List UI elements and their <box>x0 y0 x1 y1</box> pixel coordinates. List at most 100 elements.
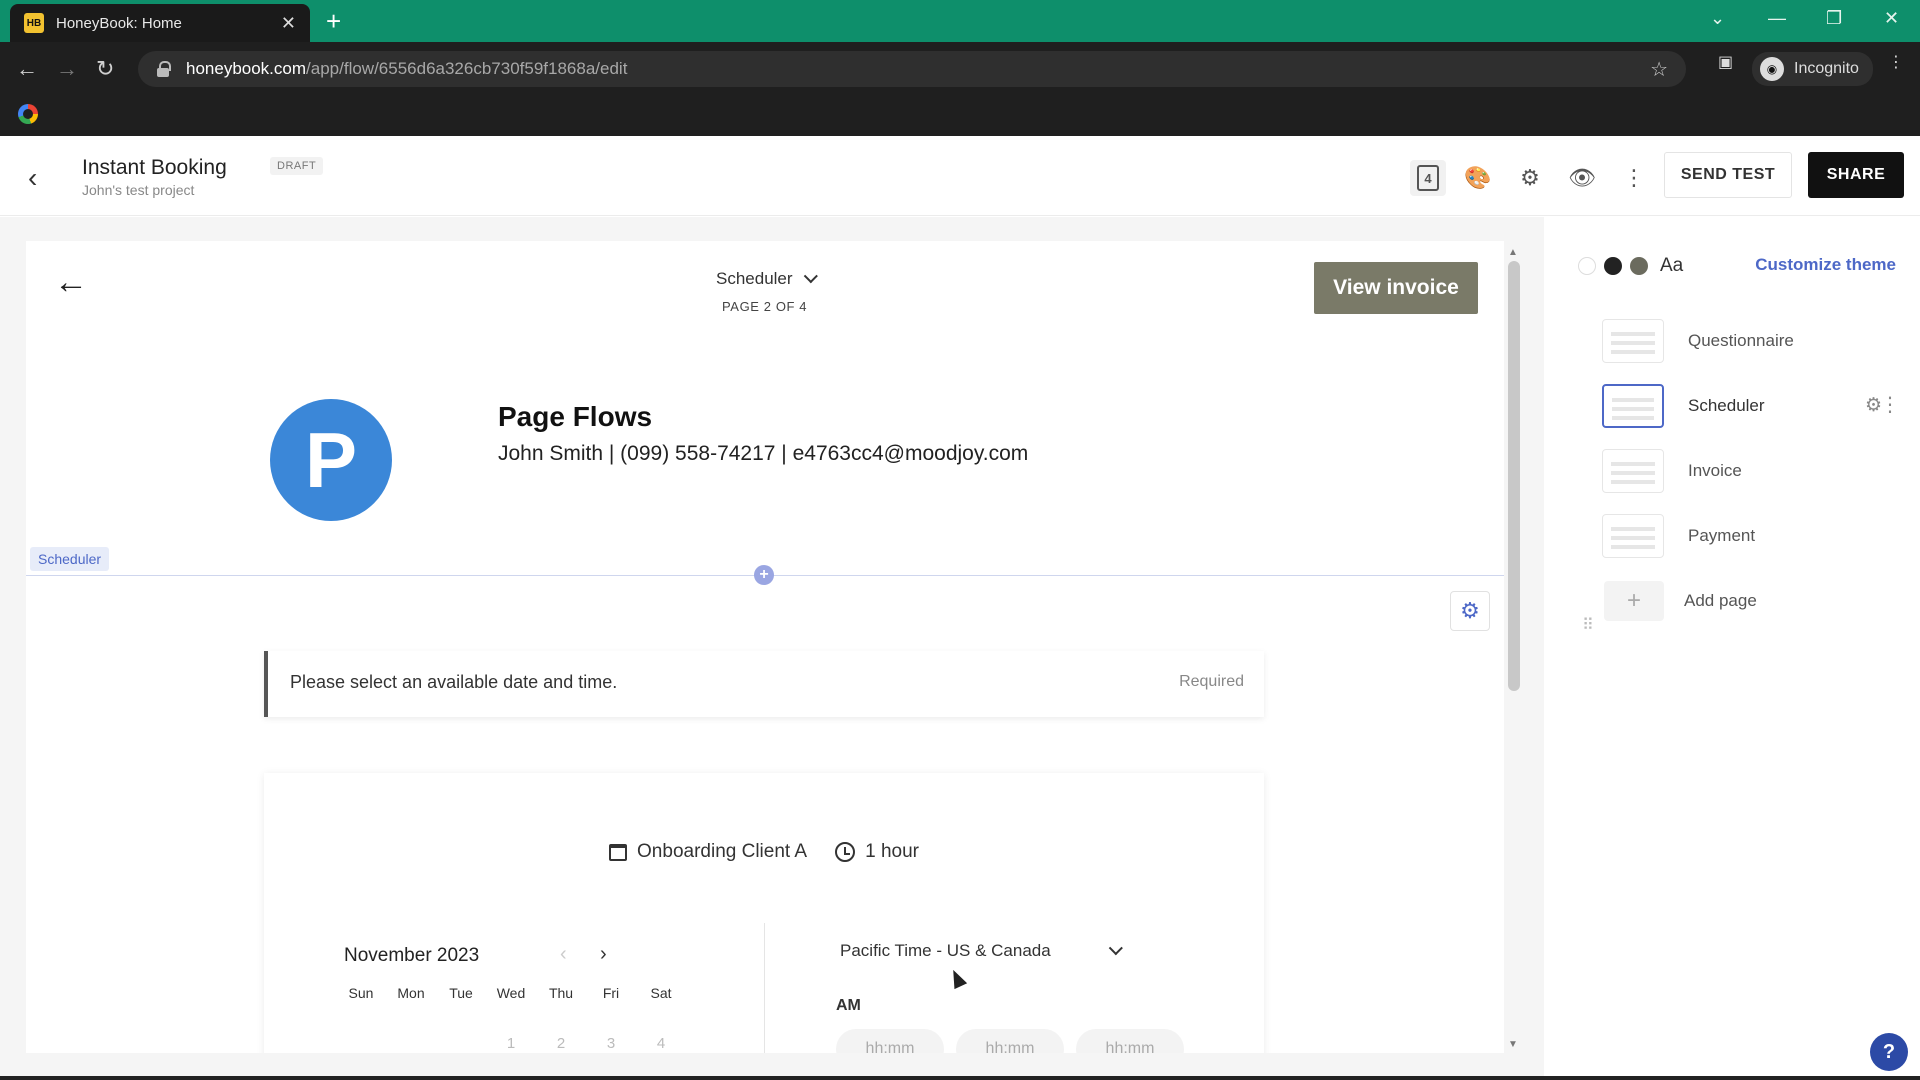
time-slot[interactable]: hh:mm <box>956 1029 1064 1053</box>
google-icon[interactable] <box>18 104 38 124</box>
incognito-icon: ◉ <box>1760 57 1784 81</box>
project-name: John's test project <box>82 182 195 198</box>
back-chevron-icon[interactable]: ‹ <box>28 162 37 194</box>
honeybook-favicon-icon: HB <box>24 13 44 33</box>
weekday-label: Wed <box>496 985 526 1001</box>
drag-handle-icon[interactable]: ⠿ <box>1582 615 1594 635</box>
send-test-button[interactable]: SEND TEST <box>1664 152 1792 198</box>
section-settings-gear-icon[interactable]: ⚙ <box>1450 591 1490 631</box>
calendar-days-row: 1 2 3 4 <box>336 1035 686 1052</box>
close-icon[interactable]: ✕ <box>281 13 296 34</box>
minimize-icon[interactable]: — <box>1768 8 1786 29</box>
weekday-label: Mon <box>397 985 425 1001</box>
required-label: Required <box>1179 673 1244 690</box>
new-tab-icon[interactable]: + <box>326 8 341 34</box>
time-slot[interactable]: hh:mm <box>836 1029 944 1053</box>
scroll-up-icon[interactable]: ▲ <box>1508 247 1518 258</box>
chevron-down-icon <box>1108 941 1123 956</box>
scroll-down-icon[interactable]: ▼ <box>1508 1039 1518 1050</box>
browser-tab[interactable]: HB HoneyBook: Home ✕ <box>10 4 310 42</box>
address-bar[interactable]: honeybook.com/app/flow/6556d6a326cb730f5… <box>138 51 1686 87</box>
back-arrow-icon[interactable]: ← <box>16 56 38 82</box>
calendar-day[interactable]: 2 <box>536 1035 586 1052</box>
restore-icon[interactable]: ❐ <box>1826 8 1842 29</box>
help-button[interactable]: ? <box>1870 1033 1908 1071</box>
back-arrow-icon[interactable]: ← <box>54 263 88 302</box>
page-thumbnail <box>1602 449 1664 493</box>
add-section-icon[interactable]: + <box>754 565 774 585</box>
page-thumbnail <box>1602 384 1664 428</box>
page-more-icon[interactable]: ⋮ <box>1880 392 1900 417</box>
pages-panel: Aa Customize theme Questionnaire ⠿ Sched… <box>1544 217 1920 1080</box>
sidebar-page-invoice[interactable]: Invoice <box>1602 445 1902 497</box>
eye-preview-icon[interactable]: 👁 <box>1564 160 1600 196</box>
business-name: Page Flows <box>498 401 653 432</box>
page-preview: ← Scheduler PAGE 2 OF 4 View invoice P P… <box>26 241 1504 1053</box>
tab-list-chevron-icon[interactable]: ⌄ <box>1710 8 1725 29</box>
section-tag[interactable]: Scheduler <box>30 547 110 571</box>
gear-icon[interactable]: ⚙ <box>1512 160 1548 196</box>
weekday-label: Tue <box>449 985 473 1001</box>
url-host: honeybook.com <box>186 59 307 78</box>
time-slot[interactable]: hh:mm <box>1076 1029 1184 1053</box>
scheduler-card: Onboarding Client A 1 hour November 2023… <box>264 773 1264 1053</box>
sidebar-page-scheduler[interactable]: Scheduler ⚙ ⋮ <box>1602 380 1902 432</box>
theme-swatches[interactable]: Aa <box>1578 255 1683 277</box>
bookmarks-bar <box>0 96 1920 136</box>
weekday-label: Sun <box>348 985 374 1001</box>
window-close-icon[interactable]: ✕ <box>1884 8 1899 29</box>
meeting-name: Onboarding Client A <box>637 841 808 862</box>
meeting-duration: 1 hour <box>865 841 919 862</box>
clock-icon <box>835 842 856 862</box>
profile-label: Incognito <box>1794 60 1859 77</box>
calendar-day[interactable]: 4 <box>636 1035 686 1052</box>
calendar-day[interactable]: 3 <box>586 1035 636 1052</box>
page-selector-dropdown[interactable]: Scheduler <box>716 269 818 289</box>
pages-count: 4 <box>1417 165 1439 191</box>
incognito-profile-button[interactable]: ◉ Incognito <box>1752 52 1873 86</box>
browser-menu-icon[interactable]: ⋮ <box>1888 52 1904 72</box>
sidebar-page-questionnaire[interactable]: Questionnaire <box>1602 315 1902 367</box>
browser-tab-bar: HB HoneyBook: Home ✕ + ⌄ — ❐ ✕ <box>0 0 1920 42</box>
flow-title: Instant Booking <box>82 156 227 179</box>
bookmark-star-icon[interactable]: ☆ <box>1650 57 1668 82</box>
meeting-meta: Onboarding Client A 1 hour <box>264 841 1264 863</box>
status-badge: DRAFT <box>270 157 324 175</box>
prev-month-chevron-icon[interactable]: ‹ <box>560 943 567 966</box>
scheduler-notice: Please select an available date and time… <box>264 651 1264 717</box>
customize-theme-link[interactable]: Customize theme <box>1755 255 1896 275</box>
lock-icon[interactable] <box>156 61 171 77</box>
page-thumbnail <box>1602 319 1664 363</box>
sidebar-page-payment[interactable]: Payment <box>1602 510 1902 562</box>
brand-logo: P <box>270 399 392 521</box>
plus-icon: + <box>1604 581 1664 621</box>
calendar-day[interactable]: 1 <box>486 1035 536 1052</box>
dark-swatch <box>1604 257 1622 275</box>
notice-text: Please select an available date and time… <box>290 672 618 692</box>
reload-icon[interactable]: ↻ <box>96 56 114 82</box>
timezone-select[interactable]: Pacific Time - US & Canada <box>840 935 1123 967</box>
timezone-value: Pacific Time - US & Canada <box>840 941 1051 960</box>
view-invoice-button[interactable]: View invoice <box>1314 262 1478 314</box>
palette-icon[interactable]: 🎨 <box>1460 160 1496 196</box>
weekday-label: Sat <box>650 985 672 1001</box>
add-page-button[interactable]: + Add page <box>1602 575 1902 627</box>
canvas-scrollbar[interactable] <box>1508 261 1520 691</box>
pages-button[interactable]: 4 <box>1410 160 1446 196</box>
forward-arrow-icon[interactable]: → <box>56 56 78 82</box>
share-button[interactable]: SHARE <box>1808 152 1904 198</box>
page-indicator: PAGE 2 OF 4 <box>722 299 808 314</box>
url-path: /app/flow/6556d6a326cb730f59f1868a/edit <box>306 59 628 78</box>
calendar-month: November 2023 <box>344 945 480 966</box>
next-month-chevron-icon[interactable]: › <box>600 943 607 966</box>
page-label: Invoice <box>1688 461 1742 480</box>
editor-canvas: ← Scheduler PAGE 2 OF 4 View invoice P P… <box>0 217 1920 1080</box>
page-label: Payment <box>1688 526 1756 545</box>
weekday-label: Fri <box>602 985 620 1001</box>
more-options-icon[interactable]: ⋮ <box>1616 160 1652 196</box>
side-panel-icon[interactable]: ▣ <box>1718 52 1733 72</box>
page-selector-label: Scheduler <box>716 269 793 288</box>
page-label: Scheduler <box>1688 396 1765 415</box>
font-sample: Aa <box>1660 255 1684 276</box>
page-thumbnail <box>1602 514 1664 558</box>
